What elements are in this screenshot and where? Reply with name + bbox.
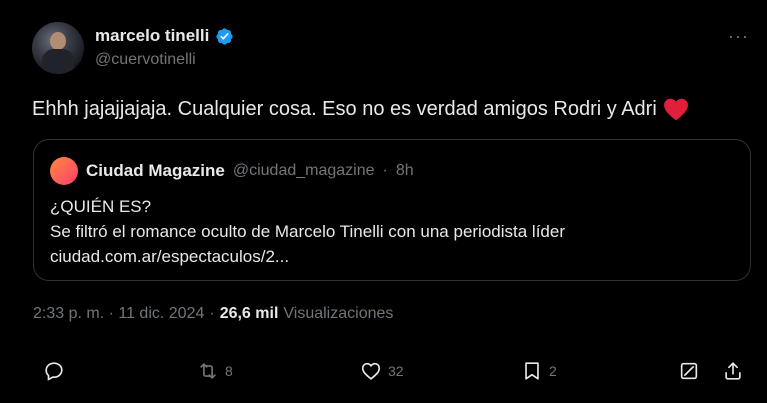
grok-icon bbox=[680, 362, 698, 380]
views-label: Visualizaciones bbox=[283, 305, 394, 322]
author-row: marcelo tinelli bbox=[95, 26, 234, 46]
reply-icon bbox=[45, 362, 63, 381]
share-button[interactable] bbox=[722, 360, 744, 382]
tweet-timestamp[interactable]: 2:33 p. m. · 11 dic. 2024 bbox=[33, 305, 204, 323]
views-count: 26,6 mil bbox=[219, 305, 279, 322]
tweet-text-content: Ehhh jajajjajaja. Cualquier cosa. Eso no… bbox=[32, 97, 657, 120]
tweet-meta: 2:33 p. m. · 11 dic. 2024 · 26,6 mil Vis… bbox=[33, 305, 393, 323]
retweet-count: 8 bbox=[225, 363, 233, 379]
quoted-link[interactable]: ciudad.com.ar/espectaculos/2... bbox=[50, 244, 565, 269]
reply-button[interactable] bbox=[43, 360, 65, 382]
quoted-tweet-body: ¿QUIÉN ES? Se filtró el romance oculto d… bbox=[50, 194, 565, 269]
action-bar: 8 32 2 bbox=[0, 360, 767, 400]
quoted-author-handle[interactable]: @ciudad_magazine bbox=[233, 162, 375, 180]
bookmark-button[interactable]: 2 bbox=[521, 360, 557, 382]
author-handle[interactable]: @cuervotinelli bbox=[95, 51, 196, 69]
author-name[interactable]: marcelo tinelli bbox=[95, 26, 209, 46]
retweet-button[interactable]: 8 bbox=[197, 360, 233, 382]
quoted-tweet-time[interactable]: 8h bbox=[396, 162, 414, 180]
quoted-line-1: ¿QUIÉN ES? bbox=[50, 197, 152, 216]
tweet-text: Ehhh jajajjajaja. Cualquier cosa. Eso no… bbox=[32, 97, 689, 121]
red-heart-emoji-icon bbox=[663, 98, 688, 121]
separator-dot: · bbox=[209, 305, 215, 322]
avatar[interactable] bbox=[32, 22, 84, 74]
ciudad-magazine-logo-icon bbox=[50, 157, 78, 185]
tweet: marcelo tinelli @cuervotinelli ··· Ehhh … bbox=[0, 0, 767, 403]
like-count: 32 bbox=[388, 363, 404, 379]
bookmark-icon bbox=[525, 362, 539, 380]
verified-badge-icon bbox=[216, 27, 233, 45]
quoted-tweet-header: Ciudad Magazine @ciudad_magazine · 8h bbox=[50, 157, 414, 185]
share-icon bbox=[725, 362, 741, 380]
quoted-line-2: Se filtró el romance oculto de Marcelo T… bbox=[50, 222, 565, 241]
grok-button[interactable] bbox=[678, 360, 700, 382]
heart-icon bbox=[361, 362, 381, 380]
more-options-button[interactable]: ··· bbox=[728, 26, 749, 47]
quoted-tweet-card[interactable]: Ciudad Magazine @ciudad_magazine · 8h ¿Q… bbox=[33, 139, 751, 281]
separator-dot: · bbox=[382, 162, 388, 179]
retweet-icon bbox=[200, 363, 216, 379]
quoted-author-name[interactable]: Ciudad Magazine bbox=[86, 161, 225, 181]
like-button[interactable]: 32 bbox=[360, 360, 404, 382]
bookmark-count: 2 bbox=[549, 363, 557, 379]
